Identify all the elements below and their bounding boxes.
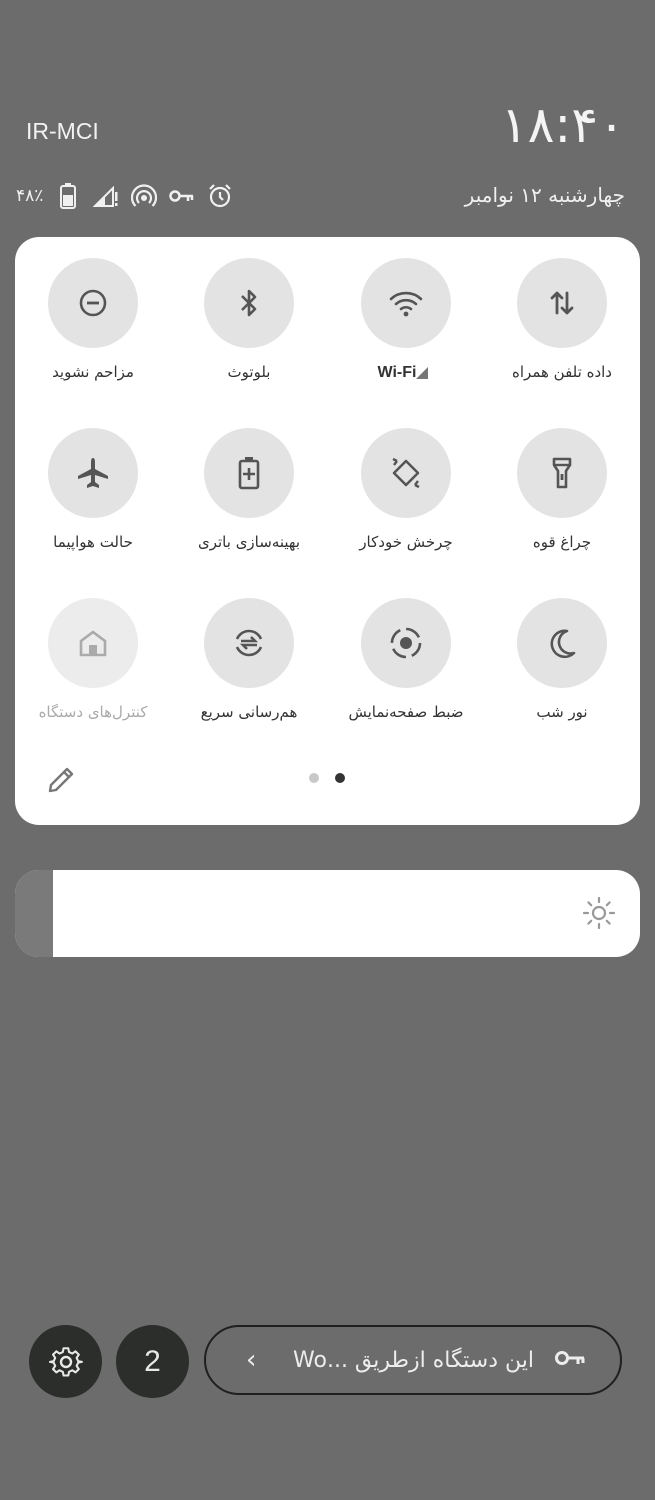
screen-record-icon (361, 598, 451, 688)
page-indicator[interactable] (309, 773, 345, 783)
brightness-slider[interactable] (15, 870, 640, 957)
date[interactable]: چهارشنبه ۱۲ نوامبر (465, 183, 625, 207)
brightness-icon (582, 896, 616, 930)
tile-quick-share[interactable]: هم‌رسانی سریع (171, 577, 327, 721)
status-icons: ۴۸٪ (16, 183, 233, 209)
tile-mobile-data[interactable]: داده تلفن همراه (484, 237, 640, 381)
tile-label: چراغ قوه (532, 533, 592, 551)
page-dot-1[interactable] (309, 773, 319, 783)
tile-airplane-mode[interactable]: حالت هواپیما (15, 407, 171, 551)
battery-percent: ۴۸٪ (16, 186, 44, 206)
clock[interactable]: ۱۸:۴۰ (501, 96, 625, 154)
auto-rotate-icon (361, 428, 451, 518)
battery-saver-icon (204, 428, 294, 518)
page-dot-2[interactable] (335, 773, 345, 783)
edit-icon[interactable] (45, 764, 77, 796)
airplane-icon (48, 428, 138, 518)
settings-button[interactable] (29, 1325, 102, 1398)
tile-label: مزاحم نشوید (52, 363, 134, 381)
tile-label: چرخش خودکار (359, 533, 453, 551)
tile-device-controls[interactable]: کنترل‌های دستگاه (15, 577, 171, 721)
mobile-data-icon (517, 258, 607, 348)
tile-night-light[interactable]: نور شب (484, 577, 640, 721)
signal-icon (93, 183, 119, 209)
tile-bluetooth[interactable]: بلوتوث (171, 237, 327, 381)
quick-share-icon (204, 598, 294, 688)
home-icon (48, 598, 138, 688)
tile-label-wifi: Wi-Fi (328, 363, 484, 382)
tile-label: بلوتوث (227, 363, 271, 381)
tile-label: ضبط صفحه‌نمایش (348, 703, 464, 721)
bluetooth-icon (204, 258, 294, 348)
brightness-level[interactable] (15, 870, 53, 957)
vpn-key-icon (554, 1348, 586, 1372)
tile-do-not-disturb[interactable]: مزاحم نشوید (15, 237, 171, 381)
do-not-disturb-icon (48, 258, 138, 348)
night-light-icon (517, 598, 607, 688)
tile-label: نور شب (536, 703, 588, 721)
tile-wifi[interactable]: Wi-Fi (328, 237, 484, 381)
tile-battery-saver[interactable]: بهینه‌سازی باتری (171, 407, 327, 551)
notification-count-button[interactable]: 2 (116, 1325, 189, 1398)
vpn-notification-chip[interactable]: ‹ این دستگاه ازطریق ...Wo (204, 1325, 622, 1395)
wifi-icon (361, 258, 451, 348)
chevron-left-icon: ‹ (246, 1345, 257, 1375)
flashlight-icon (517, 428, 607, 518)
quick-settings-panel: داده تلفن همراه Wi-Fi بلوتوث مزاحم نشوید… (15, 237, 640, 825)
signal-mini-icon (416, 366, 429, 379)
tile-label: بهینه‌سازی باتری (197, 533, 300, 551)
gear-icon (48, 1346, 83, 1377)
tile-auto-rotate[interactable]: چرخش خودکار (328, 407, 484, 551)
tile-screen-record[interactable]: ضبط صفحه‌نمایش (328, 577, 484, 721)
vpn-status-text: این دستگاه ازطریق ...Wo (293, 1347, 534, 1373)
tile-label: هم‌رسانی سریع (200, 703, 298, 721)
vpn-key-icon (169, 183, 195, 209)
battery-icon (55, 183, 81, 209)
tile-flashlight[interactable]: چراغ قوه (484, 407, 640, 551)
alarm-icon (207, 183, 233, 209)
carrier-name: IR-MCI (26, 118, 99, 144)
hotspot-icon (131, 183, 158, 209)
tile-label: داده تلفن همراه (512, 363, 612, 381)
tile-label: حالت هواپیما (53, 533, 133, 551)
tile-label: کنترل‌های دستگاه (38, 703, 148, 721)
